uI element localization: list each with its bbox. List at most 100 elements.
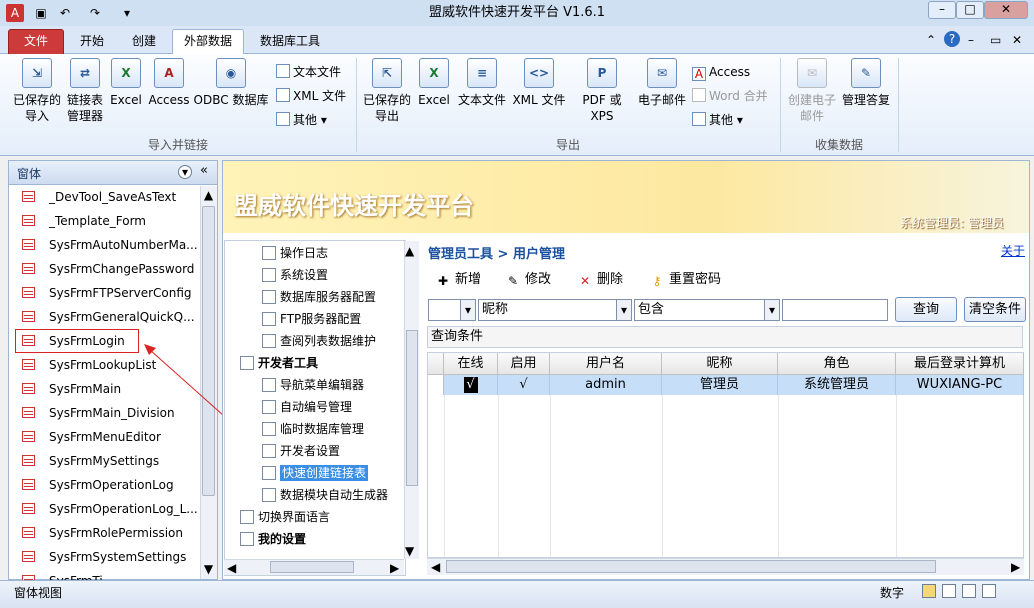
online-check[interactable]: √ <box>463 377 478 393</box>
column-header[interactable]: 启用 <box>498 353 550 375</box>
row-selector[interactable] <box>428 375 444 395</box>
import-more-button[interactable]: 其他 ▾ <box>276 110 327 130</box>
import-xml-button[interactable]: XML 文件 <box>276 86 346 106</box>
reset-password-button[interactable]: ⚷ 重置密码 <box>650 270 721 290</box>
redo-icon[interactable]: ↷ <box>86 4 104 22</box>
doc-restore-icon[interactable]: ▭ <box>990 33 1001 47</box>
import-odbc-button[interactable]: ◉ ODBC 数据库 <box>192 58 270 108</box>
query-button[interactable]: 查询 <box>895 297 957 322</box>
collapse-ribbon-icon[interactable]: ⌃ <box>926 33 936 47</box>
tree-item[interactable]: 数据库服务器配置 <box>262 286 376 308</box>
nav-item-form[interactable]: SysFrmChangePassword <box>14 257 200 281</box>
table-cell[interactable]: 系统管理员 <box>778 375 896 395</box>
maximize-button[interactable]: □ <box>956 1 984 19</box>
nav-item-form[interactable]: _Template_Form <box>14 209 200 233</box>
clear-conditions-button[interactable]: 清空条件 <box>964 297 1026 322</box>
grid-hscroll-thumb[interactable] <box>446 560 936 573</box>
tab-database-tools[interactable]: 数据库工具 <box>252 30 328 54</box>
column-header[interactable]: 昵称 <box>662 353 778 375</box>
table-cell[interactable]: √ <box>498 375 550 395</box>
create-email-button[interactable]: ✉ 创建电子邮件 <box>786 58 838 124</box>
linked-table-manager-button[interactable]: ⇄ 链接表管理器 <box>64 58 106 124</box>
tree-item[interactable]: 我的设置 <box>240 528 306 550</box>
nav-item-form[interactable]: SysFrmFTPServerConfig <box>14 281 200 305</box>
export-excel-button[interactable]: X Excel <box>416 58 452 108</box>
tab-file[interactable]: 文件 <box>8 29 64 54</box>
design-view-icon[interactable] <box>982 584 996 598</box>
tree-item[interactable]: 操作日志 <box>262 242 328 264</box>
import-text-button[interactable]: 文本文件 <box>276 62 341 82</box>
datasheet-view-icon[interactable] <box>942 584 956 598</box>
nav-item-form[interactable]: SysFrmMySettings <box>14 449 200 473</box>
table-cell[interactable]: √ <box>444 375 498 395</box>
edit-button[interactable]: ✎ 修改 <box>506 270 551 290</box>
table-cell[interactable]: WUXIANG-PC <box>896 375 1024 395</box>
nav-item-form[interactable]: SysFrmAutoNumberMa... <box>14 233 200 257</box>
nav-item-form[interactable]: _DevTool_SaveAsText <box>14 185 200 209</box>
tree-item[interactable]: 开发者设置 <box>262 440 340 462</box>
app-icon[interactable]: A <box>6 4 24 22</box>
scroll-up-icon[interactable]: ▲ <box>202 188 215 202</box>
grid-scroll-left-icon[interactable]: ◀ <box>431 560 440 574</box>
customize-toolbar-icon[interactable]: ▾ <box>118 4 136 22</box>
nav-dropdown-icon[interactable]: ▾ <box>178 165 192 179</box>
import-access-button[interactable]: A Access <box>148 58 190 108</box>
query-conditions-bar[interactable]: 查询条件 <box>427 326 1023 348</box>
tree-scroll-up-icon[interactable]: ▲ <box>405 244 414 258</box>
save-icon[interactable]: ▣ <box>32 4 50 22</box>
field-select[interactable]: 昵称 ▾ <box>478 299 632 321</box>
doc-minimize-icon[interactable]: – <box>968 33 974 47</box>
export-more-button[interactable]: 其他 ▾ <box>692 110 743 130</box>
delete-button[interactable]: ✕ 删除 <box>578 270 623 290</box>
undo-icon[interactable]: ↶ <box>56 4 74 22</box>
help-icon[interactable]: ? <box>944 31 960 47</box>
about-link[interactable]: 关于 <box>1001 242 1025 259</box>
minimize-button[interactable]: – <box>928 1 956 19</box>
tree-item[interactable]: 快速创建链接表 <box>262 462 369 484</box>
tree-item[interactable]: 数据模块自动生成器 <box>262 484 388 506</box>
column-header[interactable]: 最后登录计算机 <box>896 353 1024 375</box>
tree-item[interactable]: 临时数据库管理 <box>262 418 364 440</box>
nav-item-form[interactable]: SysFrmRolePermission <box>14 521 200 545</box>
column-header[interactable]: 在线 <box>444 353 498 375</box>
column-header[interactable]: 角色 <box>778 353 896 375</box>
word-merge-button[interactable]: Word 合并 <box>692 86 768 106</box>
saved-imports-button[interactable]: ⇲ 已保存的导入 <box>10 58 64 124</box>
table-cell[interactable]: admin <box>550 375 662 395</box>
table-cell[interactable]: 管理员 <box>662 375 778 395</box>
doc-close-icon[interactable]: ✕ <box>1012 33 1022 47</box>
tree-item[interactable]: 系统设置 <box>262 264 328 286</box>
scroll-down-icon[interactable]: ▼ <box>202 562 215 576</box>
filter-value-input[interactable] <box>782 299 888 321</box>
nav-item-form[interactable]: SysFrmOperationLog_L... <box>14 497 200 521</box>
export-pdf-button[interactable]: P PDF 或 XPS <box>570 58 634 124</box>
nav-item-form[interactable]: SysFrmGeneralQuickQ... <box>14 305 200 329</box>
operator-select[interactable]: 包含 ▾ <box>634 299 780 321</box>
form-view-icon[interactable] <box>922 584 936 598</box>
tab-external-data[interactable]: 外部数据 <box>172 29 244 54</box>
tree-scroll-down-icon[interactable]: ▼ <box>405 544 414 558</box>
export-email-button[interactable]: ✉ 电子邮件 <box>636 58 688 108</box>
layout-view-icon[interactable] <box>962 584 976 598</box>
tree-scroll-right-icon[interactable]: ▶ <box>390 561 399 575</box>
tree-item[interactable]: FTP服务器配置 <box>262 308 361 330</box>
tab-create[interactable]: 创建 <box>122 30 166 54</box>
nav-collapse-icon[interactable]: « <box>200 163 208 178</box>
export-access-button[interactable]: A Access <box>692 62 750 82</box>
column-header[interactable]: 用户名 <box>550 353 662 375</box>
nav-item-form[interactable]: SysFrmSystemSettings <box>14 545 200 569</box>
close-button[interactable]: ✕ <box>984 1 1028 19</box>
tree-item[interactable]: 开发者工具 <box>240 352 318 374</box>
manage-replies-button[interactable]: ✎ 管理答复 <box>840 58 892 108</box>
tree-item[interactable]: 查阅列表数据维护 <box>262 330 376 352</box>
tree-hscroll-thumb[interactable] <box>270 561 354 573</box>
export-text-button[interactable]: ≡ 文本文件 <box>456 58 508 108</box>
saved-exports-button[interactable]: ⇱ 已保存的导出 <box>360 58 414 124</box>
tree-item[interactable]: 导航菜单编辑器 <box>262 374 364 396</box>
tab-home[interactable]: 开始 <box>70 30 114 54</box>
export-xml-button[interactable]: <> XML 文件 <box>510 58 568 108</box>
tree-scroll-left-icon[interactable]: ◀ <box>227 561 236 575</box>
tree-item[interactable]: 切换界面语言 <box>240 506 330 528</box>
add-button[interactable]: ✚ 新增 <box>436 270 481 290</box>
bracket-select[interactable]: ▾ <box>428 299 476 321</box>
